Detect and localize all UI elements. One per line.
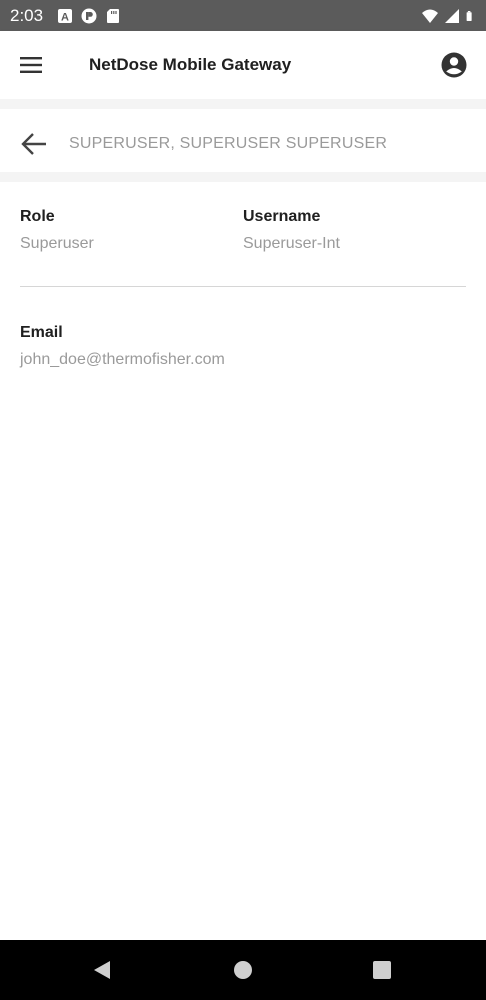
nav-recents-icon[interactable] — [373, 961, 391, 979]
email-value: john_doe@thermofisher.com — [20, 351, 225, 368]
status-bar: 2:03 A — [0, 0, 486, 31]
wifi-icon — [422, 9, 438, 23]
status-system-icons — [422, 8, 476, 24]
account-circle-icon[interactable] — [441, 52, 467, 78]
user-full-name: SUPERUSER, SUPERUSER SUPERUSER — [69, 135, 388, 152]
user-header: SUPERUSER, SUPERUSER SUPERUSER — [0, 109, 486, 179]
nav-home-icon[interactable] — [233, 960, 253, 980]
status-time: 2:03 — [10, 5, 44, 25]
app-title: NetDose Mobile Gateway — [89, 55, 292, 74]
signal-icon — [445, 8, 459, 23]
details-divider — [20, 286, 466, 287]
app-bar: NetDose Mobile Gateway — [0, 31, 486, 99]
header-separator — [0, 99, 486, 109]
email-label: Email — [20, 324, 63, 341]
username-value: Superuser-Int — [243, 235, 340, 252]
role-value: Superuser — [20, 235, 94, 252]
username-label: Username — [243, 208, 321, 225]
role-label: Role — [20, 208, 55, 225]
sd-card-icon — [107, 8, 120, 23]
status-notification-icons: A — [57, 8, 121, 24]
battery-icon — [466, 10, 472, 21]
user-details: Role Superuser Username Superuser-Int Em… — [0, 182, 486, 940]
nav-back-icon[interactable] — [92, 960, 112, 980]
arrow-left-icon[interactable] — [20, 131, 48, 157]
subheader-separator — [0, 172, 486, 182]
svg-text:A: A — [61, 11, 69, 23]
a-icon: A — [58, 8, 73, 23]
hamburger-menu-icon[interactable] — [19, 53, 43, 77]
system-navigation-bar — [0, 940, 486, 1000]
p-icon — [81, 8, 97, 23]
